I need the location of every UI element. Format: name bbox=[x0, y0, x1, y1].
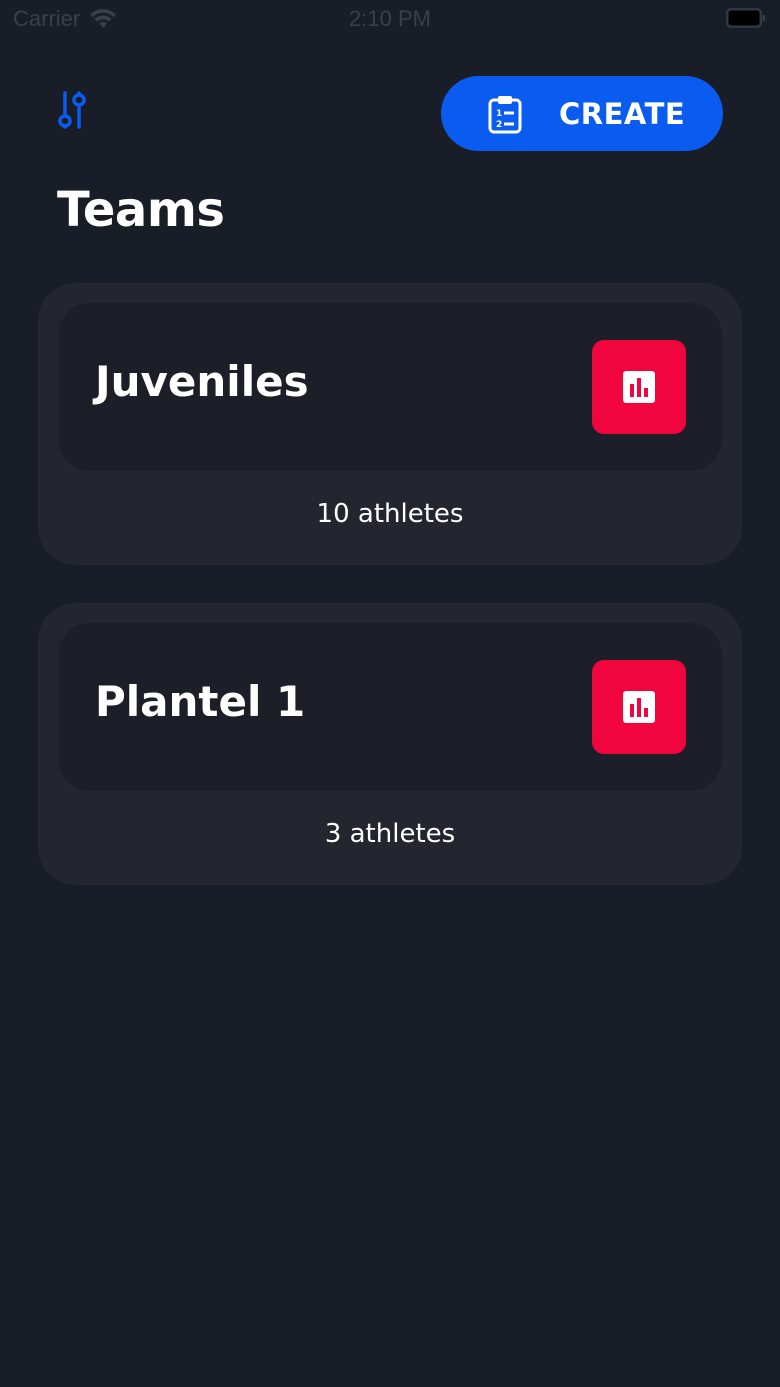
svg-text:2: 2 bbox=[496, 120, 502, 130]
athlete-count: 3 athletes bbox=[324, 819, 456, 849]
clipboard-list-icon: 1 2 bbox=[488, 95, 522, 133]
team-name: Plantel 1 bbox=[95, 677, 306, 726]
team-card-header: Juveniles bbox=[58, 303, 722, 471]
team-card-plantel-1[interactable]: Plantel 1 3 athletes bbox=[38, 603, 742, 885]
sliders-icon bbox=[58, 91, 86, 129]
svg-text:1: 1 bbox=[496, 109, 502, 119]
athlete-count: 10 athletes bbox=[316, 499, 464, 529]
bar-chart-icon bbox=[623, 371, 655, 403]
bar-chart-icon bbox=[623, 691, 655, 723]
teams-screen: Carrier 2:10 PM 1 2 CREATE Teams Juvenil… bbox=[0, 0, 780, 1387]
status-time: 2:10 PM bbox=[349, 6, 431, 31]
team-card-header: Plantel 1 bbox=[58, 623, 722, 791]
team-stats-button[interactable] bbox=[592, 660, 686, 754]
page-title: Teams bbox=[57, 182, 225, 238]
create-label: CREATE bbox=[559, 96, 686, 131]
status-bar: Carrier 2:10 PM bbox=[0, 0, 780, 40]
team-stats-button[interactable] bbox=[592, 340, 686, 434]
team-card-juveniles[interactable]: Juveniles 10 athletes bbox=[38, 283, 742, 565]
team-name: Juveniles bbox=[95, 357, 309, 406]
filter-button[interactable] bbox=[48, 84, 96, 136]
create-button[interactable]: 1 2 CREATE bbox=[441, 76, 723, 151]
battery-icon bbox=[726, 8, 765, 28]
